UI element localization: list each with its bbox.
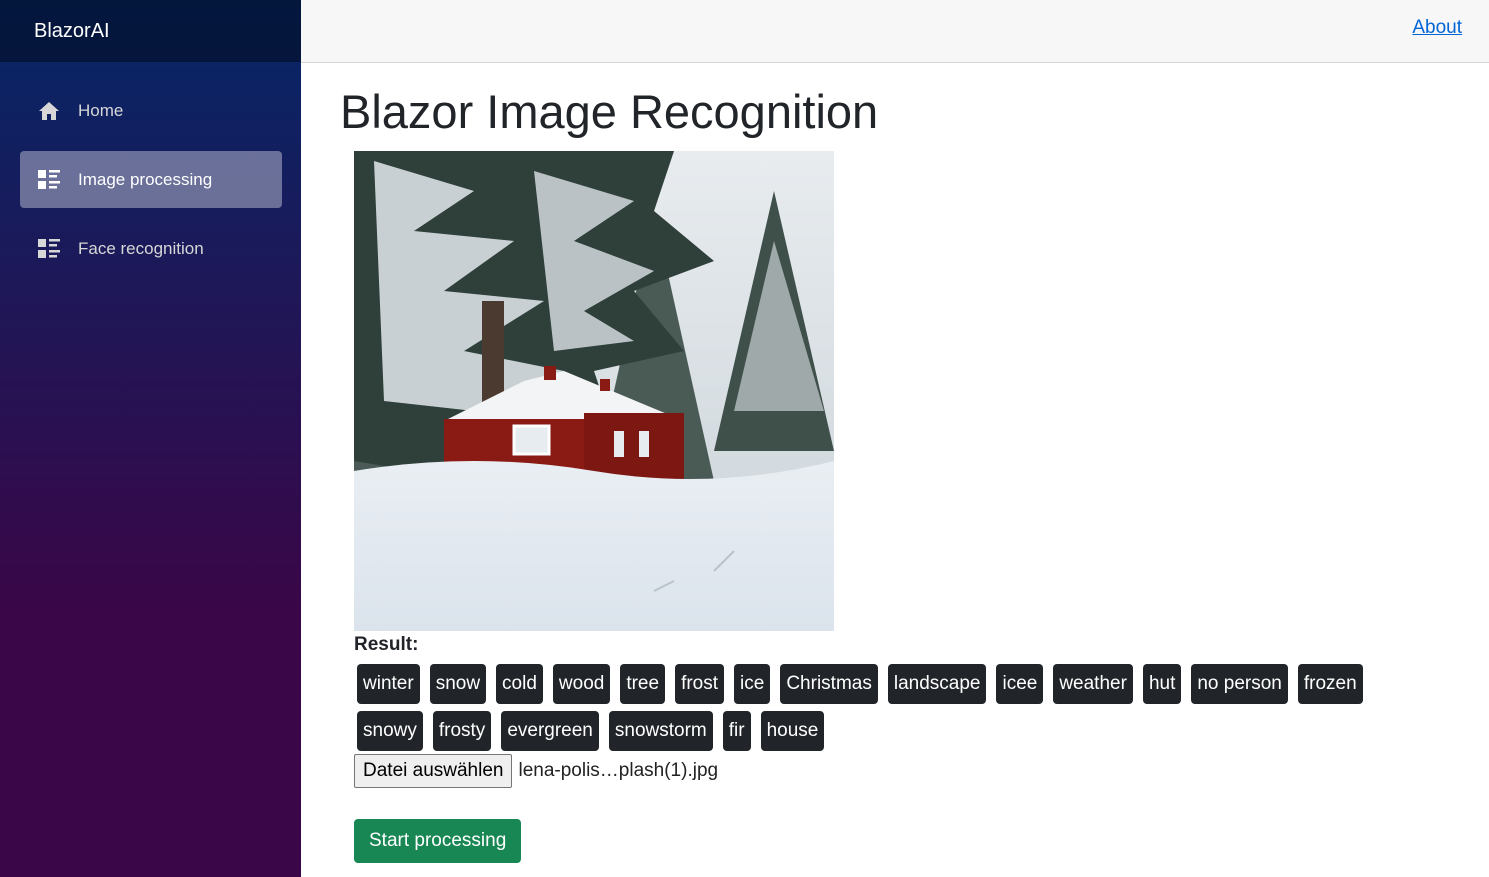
result-tag: frost <box>675 664 725 704</box>
sidebar-item-label: Home <box>78 100 124 120</box>
result-tag: frozen <box>1297 664 1363 704</box>
result-tag: landscape <box>887 664 987 704</box>
result-tags: winter snow cold wood tree frost ice Chr… <box>354 662 1424 756</box>
top-bar: About <box>301 0 1489 63</box>
brand-bar: BlazorAI <box>0 0 301 62</box>
selected-file-name: lena-polis…plash(1).jpg <box>518 760 719 781</box>
app-brand[interactable]: BlazorAI <box>34 20 110 43</box>
result-tag: evergreen <box>501 711 599 751</box>
file-input: Datei auswählen lena-polis…plash(1).jpg <box>354 754 718 788</box>
result-tag: snowstorm <box>608 711 713 751</box>
result-tag: frosty <box>432 711 492 751</box>
result-tag: cold <box>496 664 543 704</box>
result-tag: ice <box>734 664 771 704</box>
result-tag: snowy <box>357 711 423 751</box>
sidebar-item-home[interactable]: Home <box>20 82 282 139</box>
page-title: Blazor Image Recognition <box>340 85 879 138</box>
choose-file-button[interactable]: Datei auswählen <box>354 754 513 788</box>
uploaded-image <box>354 151 834 631</box>
main-content: Blazor Image Recognition Result: winter … <box>339 62 1459 863</box>
sidebar-item-image-processing[interactable]: Image processing <box>20 151 282 208</box>
sidebar-item-face-recognition[interactable]: Face recognition <box>20 220 282 277</box>
list-rich-icon <box>38 169 60 191</box>
result-tag: house <box>760 711 825 751</box>
result-tag: snow <box>429 664 487 704</box>
list-rich-icon <box>38 238 60 260</box>
about-link[interactable]: About <box>1412 17 1462 39</box>
sidebar-item-label: Image processing <box>78 169 213 189</box>
result-tag: icee <box>996 664 1044 704</box>
result-tag: weather <box>1053 664 1133 704</box>
sidebar-item-label: Face recognition <box>78 238 204 258</box>
start-processing-button[interactable]: Start processing <box>354 819 522 863</box>
sidebar: BlazorAI Home Image processing Face reco… <box>0 0 301 877</box>
result-tag: Christmas <box>780 664 878 704</box>
result-tag: tree <box>620 664 666 704</box>
result-tag: no person <box>1191 664 1288 704</box>
nav-menu: Home Image processing Face recognition <box>0 62 301 277</box>
result-tag: fir <box>722 711 751 751</box>
home-icon <box>38 100 60 122</box>
result-tag: winter <box>357 664 420 704</box>
result-label: Result: <box>354 634 419 655</box>
result-tag: wood <box>552 664 611 704</box>
result-tag: hut <box>1142 664 1182 704</box>
